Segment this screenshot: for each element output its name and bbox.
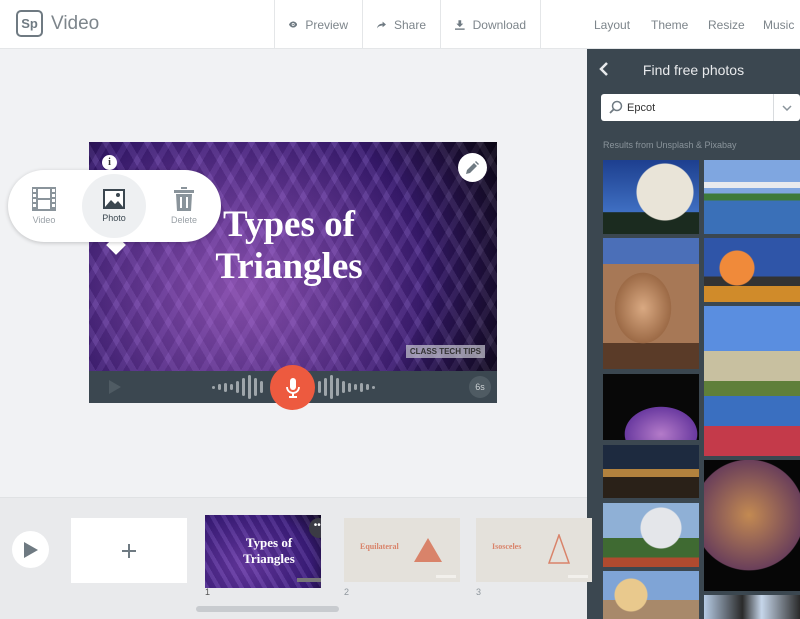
watermark-badge: CLASS TECH TIPS bbox=[405, 345, 485, 358]
app-name: Video bbox=[51, 12, 100, 34]
share-label: Share bbox=[393, 17, 426, 32]
spark-logo-icon: Sp bbox=[16, 10, 43, 37]
photo-result[interactable] bbox=[603, 160, 699, 234]
media-type-popover: Video Photo Delete bbox=[8, 170, 221, 242]
app-logo[interactable]: Sp Video bbox=[16, 10, 99, 37]
watermark-badge bbox=[436, 575, 456, 578]
play-all-button[interactable] bbox=[12, 531, 49, 568]
audio-waveform-left bbox=[212, 371, 263, 403]
watermark-badge bbox=[568, 575, 588, 578]
outline-triangle-icon bbox=[548, 534, 570, 564]
info-icon[interactable]: i bbox=[102, 155, 117, 170]
timeline-slide-title: Isosceles bbox=[492, 542, 522, 551]
slide-duration-badge[interactable]: 6s bbox=[469, 376, 491, 398]
nav-resize[interactable]: Resize bbox=[708, 0, 745, 49]
search-source-dropdown[interactable] bbox=[773, 94, 800, 121]
photo-result[interactable] bbox=[603, 445, 699, 498]
popover-photo-option[interactable]: Photo bbox=[82, 174, 146, 238]
photo-search-box bbox=[601, 94, 800, 121]
filled-triangle-icon bbox=[414, 538, 442, 562]
timeline-slide-2[interactable]: Equilateral bbox=[344, 518, 460, 582]
timeline-slide-3[interactable]: Isosceles bbox=[476, 518, 592, 582]
slide-number: 1 bbox=[205, 587, 211, 597]
share-button[interactable]: Share bbox=[362, 0, 440, 49]
timeline-slide-title: Equilateral bbox=[360, 542, 399, 551]
watermark-badge bbox=[297, 578, 321, 582]
results-source-label: Results from Unsplash & Pixabay bbox=[603, 140, 737, 150]
share-arrow-icon bbox=[377, 21, 386, 28]
photo-result[interactable] bbox=[704, 160, 800, 234]
download-icon bbox=[455, 19, 465, 30]
photo-result[interactable] bbox=[603, 503, 699, 567]
panel-header: Find free photos bbox=[587, 49, 800, 91]
slide-timeline: Types of Triangles ••• Equilateral Isosc… bbox=[0, 497, 592, 619]
timeline-slide-title: Types of Triangles bbox=[243, 535, 295, 566]
record-voice-button[interactable] bbox=[270, 365, 315, 410]
nav-theme[interactable]: Theme bbox=[651, 0, 688, 49]
photo-result[interactable] bbox=[704, 595, 800, 619]
slide-play-button[interactable] bbox=[103, 371, 127, 403]
photo-result[interactable] bbox=[704, 238, 800, 302]
play-icon bbox=[109, 380, 121, 394]
popover-delete-option[interactable]: Delete bbox=[152, 170, 216, 242]
timeline-slide-1[interactable]: Types of Triangles ••• bbox=[205, 515, 321, 588]
film-icon bbox=[32, 187, 56, 211]
timeline-scrollbar[interactable] bbox=[196, 606, 339, 612]
add-slide-button[interactable] bbox=[71, 518, 187, 583]
popover-video-label: Video bbox=[32, 215, 56, 225]
play-icon bbox=[23, 541, 38, 558]
eye-icon bbox=[289, 21, 298, 28]
download-button[interactable]: Download bbox=[440, 0, 541, 49]
plus-icon bbox=[122, 543, 136, 558]
popover-video-option[interactable]: Video bbox=[12, 170, 76, 242]
nav-music[interactable]: Music bbox=[763, 0, 794, 49]
slide-number: 2 bbox=[344, 587, 350, 597]
photo-search-input[interactable] bbox=[627, 98, 767, 117]
photo-result[interactable] bbox=[603, 571, 699, 619]
image-icon bbox=[103, 189, 125, 209]
popover-photo-label: Photo bbox=[102, 213, 126, 223]
nav-layout[interactable]: Layout bbox=[594, 0, 630, 49]
preview-label: Preview bbox=[305, 17, 348, 32]
trash-icon bbox=[174, 187, 194, 211]
microphone-icon bbox=[285, 377, 300, 398]
edit-button[interactable] bbox=[458, 153, 487, 182]
search-icon bbox=[609, 100, 623, 114]
photo-result[interactable] bbox=[603, 238, 699, 369]
photo-search-panel: Find free photos Results from Unsplash &… bbox=[587, 49, 800, 619]
slide-number: 3 bbox=[476, 587, 482, 597]
pencil-icon bbox=[466, 161, 479, 174]
top-bar: Sp Video Preview Share Download Layout T… bbox=[0, 0, 800, 49]
download-label: Download bbox=[472, 17, 526, 32]
popover-delete-label: Delete bbox=[170, 215, 197, 225]
photo-result[interactable] bbox=[704, 460, 800, 591]
photo-result[interactable] bbox=[603, 374, 699, 440]
preview-button[interactable]: Preview bbox=[274, 0, 362, 49]
audio-waveform-right bbox=[318, 371, 375, 403]
panel-title: Find free photos bbox=[642, 62, 745, 78]
photo-result[interactable] bbox=[704, 306, 800, 456]
chevron-down-icon bbox=[782, 104, 792, 111]
more-options-button[interactable]: ••• bbox=[309, 518, 321, 538]
